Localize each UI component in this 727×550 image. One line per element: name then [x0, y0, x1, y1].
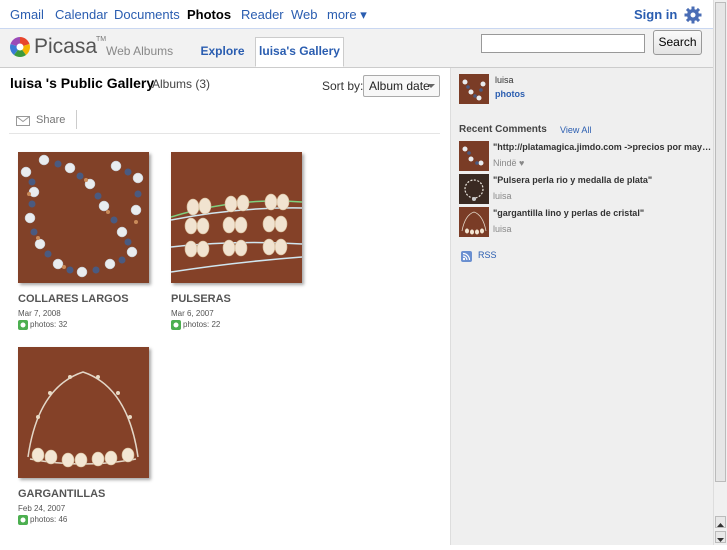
comment-text[interactable]: "Pulsera perla rio y medalla de plata": [493, 175, 713, 185]
comment-thumbnail[interactable]: [459, 207, 489, 237]
comment-author: luisa: [493, 191, 512, 201]
comment-author: Nindë ♥: [493, 158, 525, 168]
content-divider: [9, 133, 440, 134]
comment-item[interactable]: "http://platamagica.jimdo.com ->precios …: [459, 141, 714, 173]
nav-calendar[interactable]: Calendar: [55, 7, 108, 22]
album-photo-count: photos: 46: [18, 515, 67, 525]
sign-in-link[interactable]: Sign in: [634, 7, 677, 22]
vertical-scrollbar[interactable]: [713, 0, 727, 545]
recent-comments-title: Recent Comments: [459, 124, 547, 135]
tab-gallery[interactable]: luisa's Gallery: [255, 37, 344, 67]
rss-label: RSS: [478, 250, 497, 260]
envelope-icon: [16, 116, 30, 126]
triangle-down-icon: [717, 538, 724, 542]
comment-author: luisa: [493, 224, 512, 234]
google-top-bar: Gmail Calendar Documents Photos Reader W…: [0, 0, 713, 29]
scrollbar-thumb[interactable]: [715, 2, 726, 482]
album-photo-count: photos: 32: [18, 320, 67, 330]
sort-select-value: Album date: [369, 79, 430, 93]
album-photo-count-label: photos: 22: [183, 320, 221, 330]
gear-icon[interactable]: [682, 4, 704, 26]
comment-item[interactable]: "gargantilla lino y perlas de cristal" l…: [459, 207, 714, 239]
nav-photos: Photos: [187, 7, 232, 22]
album-date: Mar 7, 2008: [18, 309, 61, 318]
album-title[interactable]: PULSERAS: [171, 293, 231, 305]
owner-name: luisa: [495, 75, 514, 85]
nav-gmail[interactable]: Gmail: [10, 7, 44, 22]
album-cover-collares-largos[interactable]: [18, 152, 149, 283]
scroll-up-arrow[interactable]: [715, 516, 726, 528]
picasa-pinwheel-icon: [10, 37, 30, 57]
logo-wordmark: Picasa: [34, 35, 98, 58]
nav-documents[interactable]: Documents: [114, 7, 180, 22]
sort-by-label: Sort by:: [322, 79, 364, 93]
album-photo-count: photos: 22: [171, 320, 220, 330]
nav-reader[interactable]: Reader: [241, 7, 284, 22]
rss-icon: [461, 251, 472, 262]
share-label: Share: [36, 114, 66, 126]
search-input[interactable]: [481, 34, 645, 53]
albums-count: Albums (3): [152, 77, 211, 91]
scroll-down-arrow[interactable]: [715, 531, 726, 543]
owner-avatar[interactable]: [459, 74, 489, 104]
triangle-up-icon: [717, 523, 724, 527]
album-cover-gargantillas[interactable]: [18, 347, 149, 478]
sort-select[interactable]: Album date: [363, 75, 440, 97]
album-cover-pulseras[interactable]: [171, 152, 302, 283]
page-title: luisa 's Public Gallery: [10, 75, 155, 91]
picasa-photos-icon: [18, 515, 28, 525]
view-all-link[interactable]: View All: [560, 125, 591, 135]
album-title[interactable]: COLLARES LARGOS: [18, 293, 129, 305]
comment-thumbnail[interactable]: [459, 141, 489, 171]
album-photo-count-label: photos: 46: [30, 515, 68, 525]
tab-explore[interactable]: Explore: [194, 37, 251, 67]
comment-thumbnail[interactable]: [459, 174, 489, 204]
picasa-photos-icon: [171, 320, 181, 330]
album-date: Feb 24, 2007: [18, 504, 66, 513]
album-title[interactable]: GARGANTILLAS: [18, 488, 105, 500]
nav-web[interactable]: Web: [291, 7, 318, 22]
logo-subtitle: Web Albums: [106, 44, 174, 58]
toolbar-divider: [76, 110, 77, 129]
search-button[interactable]: Search: [653, 30, 702, 55]
nav-more[interactable]: more ▾: [327, 7, 367, 23]
sidebar: luisa photos Recent Comments View All "h…: [450, 68, 714, 545]
owner-photos-link[interactable]: photos: [495, 89, 525, 99]
comment-item[interactable]: "Pulsera perla rio y medalla de plata" l…: [459, 174, 714, 206]
comment-text[interactable]: "http://platamagica.jimdo.com ->precios …: [493, 142, 713, 152]
comment-text[interactable]: "gargantilla lino y perlas de cristal": [493, 208, 713, 218]
album-photo-count-label: photos: 32: [30, 320, 68, 330]
picasa-photos-icon: [18, 320, 28, 330]
picasa-logo[interactable]: Picasa TM Web Albums: [9, 34, 189, 62]
album-date: Mar 6, 2007: [171, 309, 214, 318]
logo-trademark: TM: [96, 36, 107, 43]
chevron-down-icon: [427, 84, 435, 88]
